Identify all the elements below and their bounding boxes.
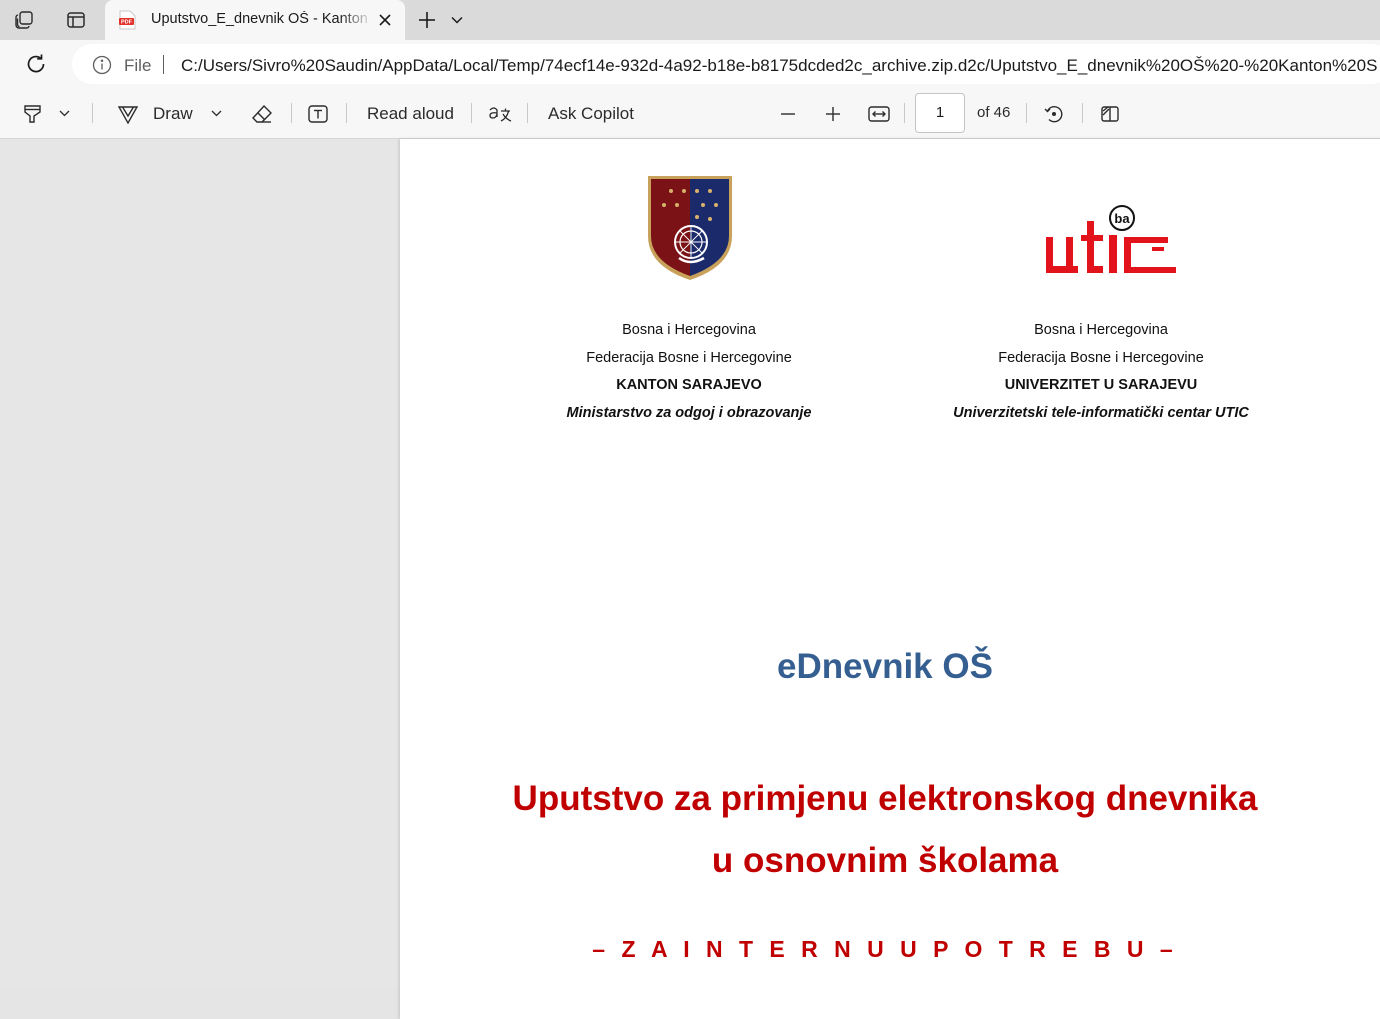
text-box-icon [308, 104, 328, 123]
toolbar-separator [92, 103, 93, 123]
ask-copilot-label: Ask Copilot [548, 103, 634, 123]
translate-button[interactable] [487, 100, 513, 127]
eraser-icon [252, 104, 272, 123]
pdf-toolbar: Draw Read aloud Ask Copilot 1 of 46 [0, 88, 1380, 139]
draw-button[interactable]: Draw [117, 100, 193, 127]
coat-of-arms-logo [646, 174, 734, 282]
zoom-in-button[interactable] [824, 100, 842, 127]
tab-strip: PDF Uputstvo_E_dnevnik OŠ - Kanton Saraj… [0, 0, 1380, 40]
refresh-icon[interactable] [22, 50, 50, 78]
toolbar-separator [471, 103, 472, 123]
read-aloud-button[interactable]: Read aloud [367, 100, 454, 127]
erase-button[interactable] [251, 100, 273, 127]
url-text[interactable]: C:/Users/Sivro%20Saudin/AppData/Local/Te… [181, 56, 1377, 76]
utic-logo: ba [1044, 201, 1178, 285]
page-view-icon [1101, 105, 1119, 122]
issuer-right-block: Bosna i Hercegovina Federacija Bosne i H… [891, 317, 1311, 427]
draw-label: Draw [153, 103, 193, 123]
minus-icon [781, 112, 795, 115]
fit-to-width-button[interactable] [867, 100, 891, 127]
ministry-line: Ministarstvo za odgoj i obrazovanje [566, 404, 812, 421]
page-total: of 46 [977, 104, 1011, 121]
country-line: Bosna i Hercegovina [622, 322, 756, 338]
chevron-down-icon [59, 110, 70, 117]
page-number-input[interactable]: 1 [915, 93, 965, 133]
svg-text:PDF: PDF [121, 20, 133, 26]
country-line: Bosna i Hercegovina [1034, 322, 1168, 338]
ask-copilot-button[interactable]: Ask Copilot [548, 100, 634, 127]
plus-icon [826, 106, 840, 121]
toolbar-separator [346, 103, 347, 123]
document-title-line-1: Uputstvo za primjenu elektronskog dnevni… [512, 779, 1258, 818]
new-tab-icon[interactable] [414, 7, 440, 33]
federation-line: Federacija Bosne i Hercegovine [586, 349, 792, 366]
tab-title: Uputstvo_E_dnevnik OŠ - Kanton Sarajevo [151, 11, 373, 27]
pdf-page: ba Bosna i Hercegovina Federacija Bosne … [400, 139, 1380, 1019]
highlighter-icon [24, 104, 41, 123]
pdf-icon: PDF [119, 10, 136, 30]
issuer-left-block: Bosna i Hercegovina Federacija Bosne i H… [479, 317, 899, 427]
fit-width-icon [868, 105, 890, 122]
rotate-button[interactable] [1043, 100, 1065, 127]
toolbar-separator [291, 103, 292, 123]
draw-options-button[interactable] [211, 100, 222, 127]
toolbar-separator [904, 103, 905, 123]
highlight-options-button[interactable] [59, 100, 70, 127]
scheme-label: File [124, 56, 152, 75]
document-subtitle: eDnevnik OŠ [777, 647, 993, 686]
active-tab[interactable]: PDF Uputstvo_E_dnevnik OŠ - Kanton Saraj… [105, 0, 405, 40]
address-row: File C:/Users/Sivro%20Saudin/AppData/Loc… [0, 40, 1380, 88]
canton-line: KANTON SARAJEVO [616, 377, 762, 393]
page-view-button[interactable] [1099, 100, 1121, 127]
add-text-button[interactable] [307, 100, 329, 127]
tab-actions-icon[interactable] [63, 7, 89, 33]
address-bar[interactable]: File C:/Users/Sivro%20Saudin/AppData/Loc… [72, 44, 1380, 84]
zoom-out-button[interactable] [779, 100, 797, 127]
federation-line: Federacija Bosne i Hercegovine [998, 349, 1204, 366]
toolbar-separator [527, 103, 528, 123]
translate-icon [489, 106, 512, 122]
close-tab-icon[interactable] [375, 10, 395, 30]
read-aloud-label: Read aloud [367, 103, 454, 123]
draw-pen-icon [117, 105, 139, 124]
university-line: UNIVERZITET U SARAJEVU [1004, 377, 1198, 393]
toolbar-separator [1026, 103, 1027, 123]
chevron-down-icon [211, 110, 222, 117]
logo-badge-text: ba [1114, 211, 1130, 226]
address-separator [163, 55, 164, 74]
chevron-down-icon[interactable] [446, 9, 468, 31]
info-icon[interactable] [92, 55, 112, 75]
toolbar-separator [1082, 103, 1083, 123]
workspaces-icon[interactable] [11, 7, 37, 33]
center-line: Univerzitetski tele-informatički centar … [953, 404, 1249, 421]
highlight-button[interactable] [22, 100, 44, 127]
rotate-icon [1044, 105, 1063, 122]
internal-use-note: – Z A I N T E R N U U P O T R E B U – [592, 936, 1178, 962]
document-title-line-2: u osnovnim školama [711, 841, 1059, 880]
document-viewer[interactable]: ba Bosna i Hercegovina Federacija Bosne … [0, 139, 1380, 1019]
